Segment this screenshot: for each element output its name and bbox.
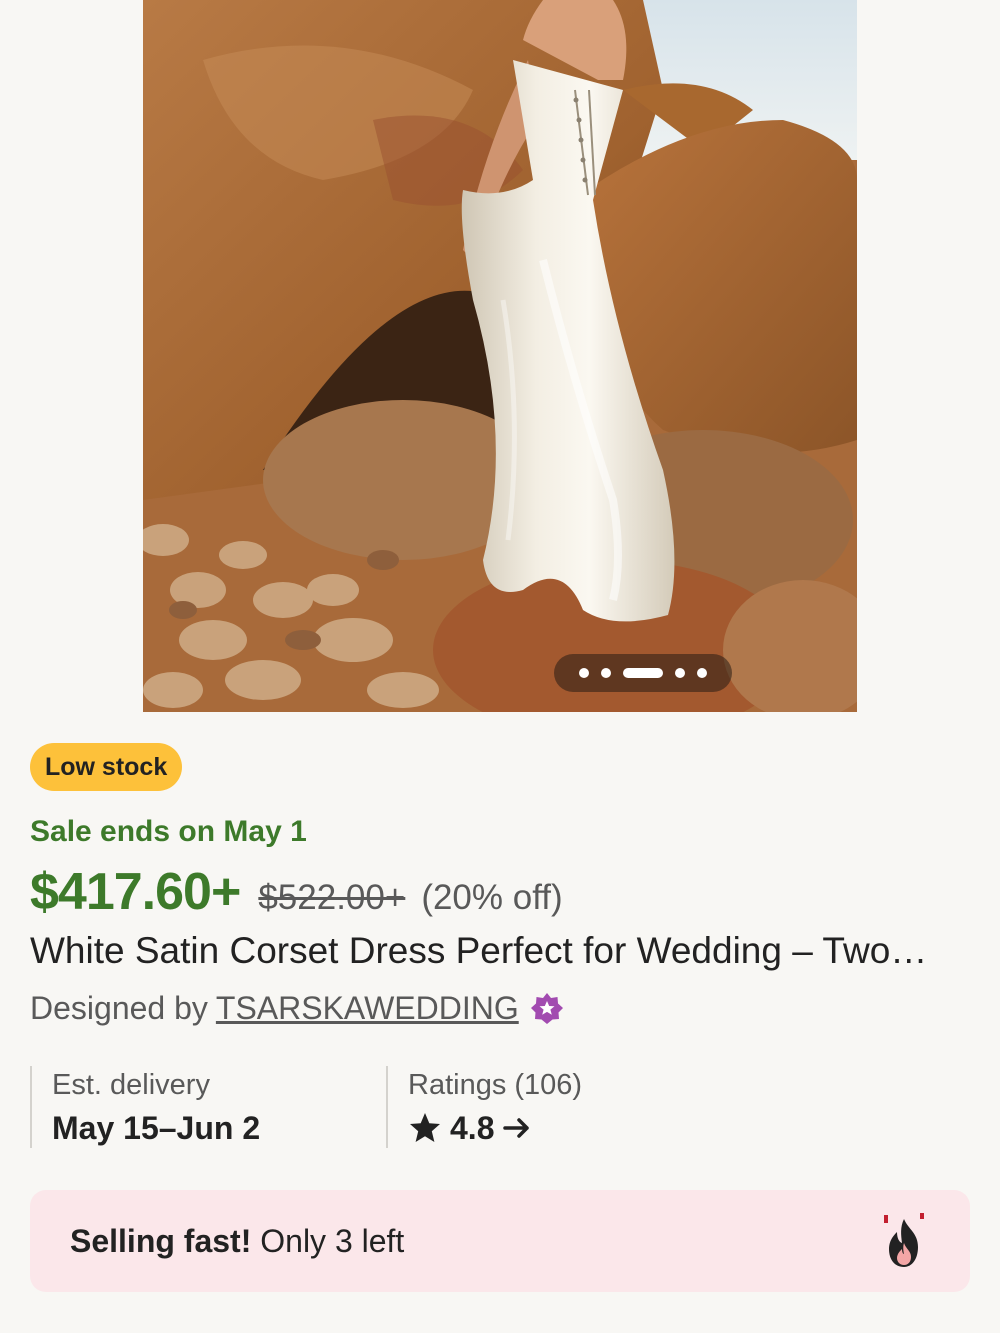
sale-ends-text: Sale ends on May 1	[30, 815, 307, 848]
star-icon	[410, 1113, 440, 1142]
selling-fast-strong: Selling fast!	[70, 1222, 252, 1259]
product-image[interactable]	[143, 0, 857, 712]
sale-price: $417.60+	[30, 863, 241, 921]
ratings-label: Ratings (106)	[408, 1069, 583, 1101]
discount-text: (20% off)	[421, 878, 563, 917]
carousel-dot-5[interactable]	[697, 668, 707, 678]
rating-score: 4.8	[450, 1110, 495, 1146]
estimated-delivery: Est. delivery May 15–Jun 2	[30, 1066, 386, 1148]
product-title[interactable]: White Satin Corset Dress Perfect for Wed…	[30, 930, 970, 972]
carousel-dot-1[interactable]	[579, 668, 589, 678]
ratings-summary[interactable]: Ratings (106) 4.8	[386, 1066, 686, 1148]
carousel-indicator[interactable]	[554, 654, 732, 692]
selling-fast-rest: Only 3 left	[251, 1222, 405, 1259]
selling-fast-text: Selling fast! Only 3 left	[70, 1223, 404, 1260]
arrow-right-icon	[503, 1118, 530, 1138]
delivery-value: May 15–Jun 2	[52, 1110, 261, 1146]
shop-name-link[interactable]: TSARSKAWEDDING	[216, 990, 519, 1027]
star-seller-icon[interactable]	[529, 991, 565, 1027]
price-row: $417.60+ $522.00+ (20% off)	[30, 862, 563, 922]
carousel-dot-2[interactable]	[601, 668, 611, 678]
fire-icon	[884, 1213, 924, 1267]
low-stock-badge: Low stock	[30, 743, 183, 791]
product-photo-illustration	[143, 0, 857, 712]
carousel-dot-4[interactable]	[675, 668, 685, 678]
selling-fast-banner: Selling fast! Only 3 left	[30, 1190, 970, 1292]
ratings-value-row[interactable]: 4.8	[408, 1108, 686, 1148]
designer-line: Designed by TSARSKAWEDDING	[30, 990, 565, 1027]
original-price: $522.00+	[258, 878, 406, 917]
designer-prefix: Designed by	[30, 990, 208, 1026]
listing-page: Low stock Sale ends on May 1 $417.60+ $5…	[0, 0, 1000, 1333]
carousel-dot-3-active[interactable]	[623, 668, 663, 678]
delivery-label: Est. delivery	[52, 1069, 210, 1101]
